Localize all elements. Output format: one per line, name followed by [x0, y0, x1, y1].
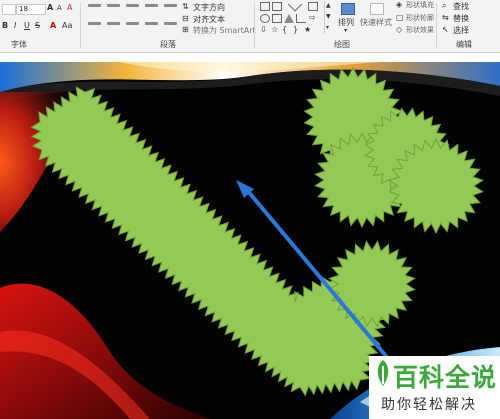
separator: [436, 3, 437, 48]
arrange-icon: [341, 3, 355, 15]
increase-indent-icon[interactable]: [145, 4, 158, 7]
increase-font-icon[interactable]: A: [47, 3, 53, 12]
font-color-icon[interactable]: A: [50, 21, 56, 30]
editing-group-label: 编辑: [456, 40, 472, 49]
line-spacing-icon[interactable]: [164, 4, 177, 7]
shape-effects-label: 形状效果: [406, 26, 434, 34]
strikethrough-icon[interactable]: S: [35, 21, 40, 30]
watermark: 百科全说 助你轻松解决: [369, 356, 500, 419]
watermark-subtitle: 助你轻松解决: [381, 397, 477, 413]
ribbon: 18 A A A B I U S A Aa 字体 ⇅ 文字方向 ⊟ 对齐文本 ⊞…: [0, 0, 500, 53]
font-size-box[interactable]: 18: [16, 4, 46, 15]
justify-icon[interactable]: [145, 22, 158, 25]
font-style-row: B I U S A Aa: [2, 21, 76, 31]
italic-icon[interactable]: I: [14, 21, 16, 30]
quick-styles-label: 快速样式: [360, 18, 392, 27]
quick-styles-icon: [370, 3, 384, 15]
spiky-circle-cluster: [303, 66, 484, 235]
find-label: 查找: [453, 2, 469, 11]
shapes-gallery[interactable]: ⇨ ⇩ ☆ { } ★ ▲ ▼ ▾: [258, 1, 334, 37]
shape-fill-label: 形状填充: [406, 1, 434, 9]
quick-styles-button[interactable]: 快速样式: [360, 1, 396, 37]
chevron-down-icon: ▾: [344, 27, 348, 34]
align-text-label: 对齐文本: [193, 15, 225, 24]
text-direction-label: 文字方向: [193, 3, 225, 12]
arrange-button[interactable]: 排列 ▾: [338, 1, 358, 37]
font-name-box[interactable]: [2, 4, 16, 15]
oval-shape-icon[interactable]: [260, 14, 270, 23]
bullets-icon[interactable]: [88, 4, 101, 7]
arrow-shape-icon[interactable]: ⇨: [309, 13, 316, 22]
editing-group: ⌕ 查找 ⇆ 替换 ↖ 选择 编辑: [438, 0, 500, 52]
align-center-icon[interactable]: [107, 22, 120, 25]
drawing-group-label: 绘图: [334, 40, 350, 49]
l-shape-icon[interactable]: [296, 14, 306, 23]
search-icon: ⌕: [442, 1, 447, 10]
ribbon-canvas-gap: [0, 53, 500, 62]
text-box-shape-icon[interactable]: [260, 2, 270, 11]
square-shape-icon[interactable]: [272, 14, 282, 23]
separator: [80, 3, 81, 48]
slide-canvas[interactable]: 百科全说 助你轻松解决: [0, 62, 500, 419]
numbering-icon[interactable]: [107, 4, 120, 7]
replace-label: 替换: [453, 14, 469, 23]
gallery-scroll[interactable]: ▲ ▼ ▾: [324, 2, 333, 34]
star-shape-icon[interactable]: ☆: [271, 25, 278, 34]
watermark-logo-icon: [377, 360, 389, 386]
columns-icon[interactable]: [164, 22, 177, 25]
cursor-icon: ↖: [442, 25, 449, 34]
drawing-group: ⇨ ⇩ ☆ { } ★ ▲ ▼ ▾ 排列 ▾ 快速样式 ◈ 形状填充 ▢ 形状轮…: [258, 0, 434, 49]
triangle-shape-icon[interactable]: [284, 14, 294, 23]
convert-smartart-label: 转换为 SmartArt: [193, 26, 256, 35]
decrease-font-icon[interactable]: A: [57, 4, 62, 12]
shape-outline-label: 形状轮廓: [406, 14, 434, 22]
align-left-icon[interactable]: [88, 22, 101, 25]
watermark-title: 百科全说: [393, 363, 498, 392]
separator: [254, 3, 255, 48]
arrow-shape-icon[interactable]: ⇩: [260, 25, 267, 34]
align-right-icon[interactable]: [126, 22, 139, 25]
brace-shape-icon[interactable]: }: [293, 25, 298, 34]
font-group: 18 A A A B I U S A Aa 字体: [0, 0, 78, 52]
star-shape-icon[interactable]: ★: [304, 25, 311, 34]
clear-format-icon[interactable]: A: [67, 3, 72, 12]
brace-shape-icon[interactable]: {: [282, 25, 287, 34]
paragraph-group-label: 段落: [160, 40, 176, 49]
bold-icon[interactable]: B: [2, 21, 8, 30]
replace-icon: ⇆: [442, 13, 449, 22]
rectangle-shape-icon[interactable]: [308, 2, 318, 11]
decrease-indent-icon[interactable]: [126, 4, 139, 7]
highlight-icon[interactable]: Aa: [62, 21, 72, 30]
select-label: 选择: [453, 26, 469, 35]
underline-icon[interactable]: U: [24, 21, 30, 30]
paragraph-group: ⇅ 文字方向 ⊟ 对齐文本 ⊞ 转换为 SmartArt 段落: [82, 0, 256, 52]
font-group-label: 字体: [11, 40, 27, 49]
rectangle-shape-icon[interactable]: [272, 2, 282, 11]
